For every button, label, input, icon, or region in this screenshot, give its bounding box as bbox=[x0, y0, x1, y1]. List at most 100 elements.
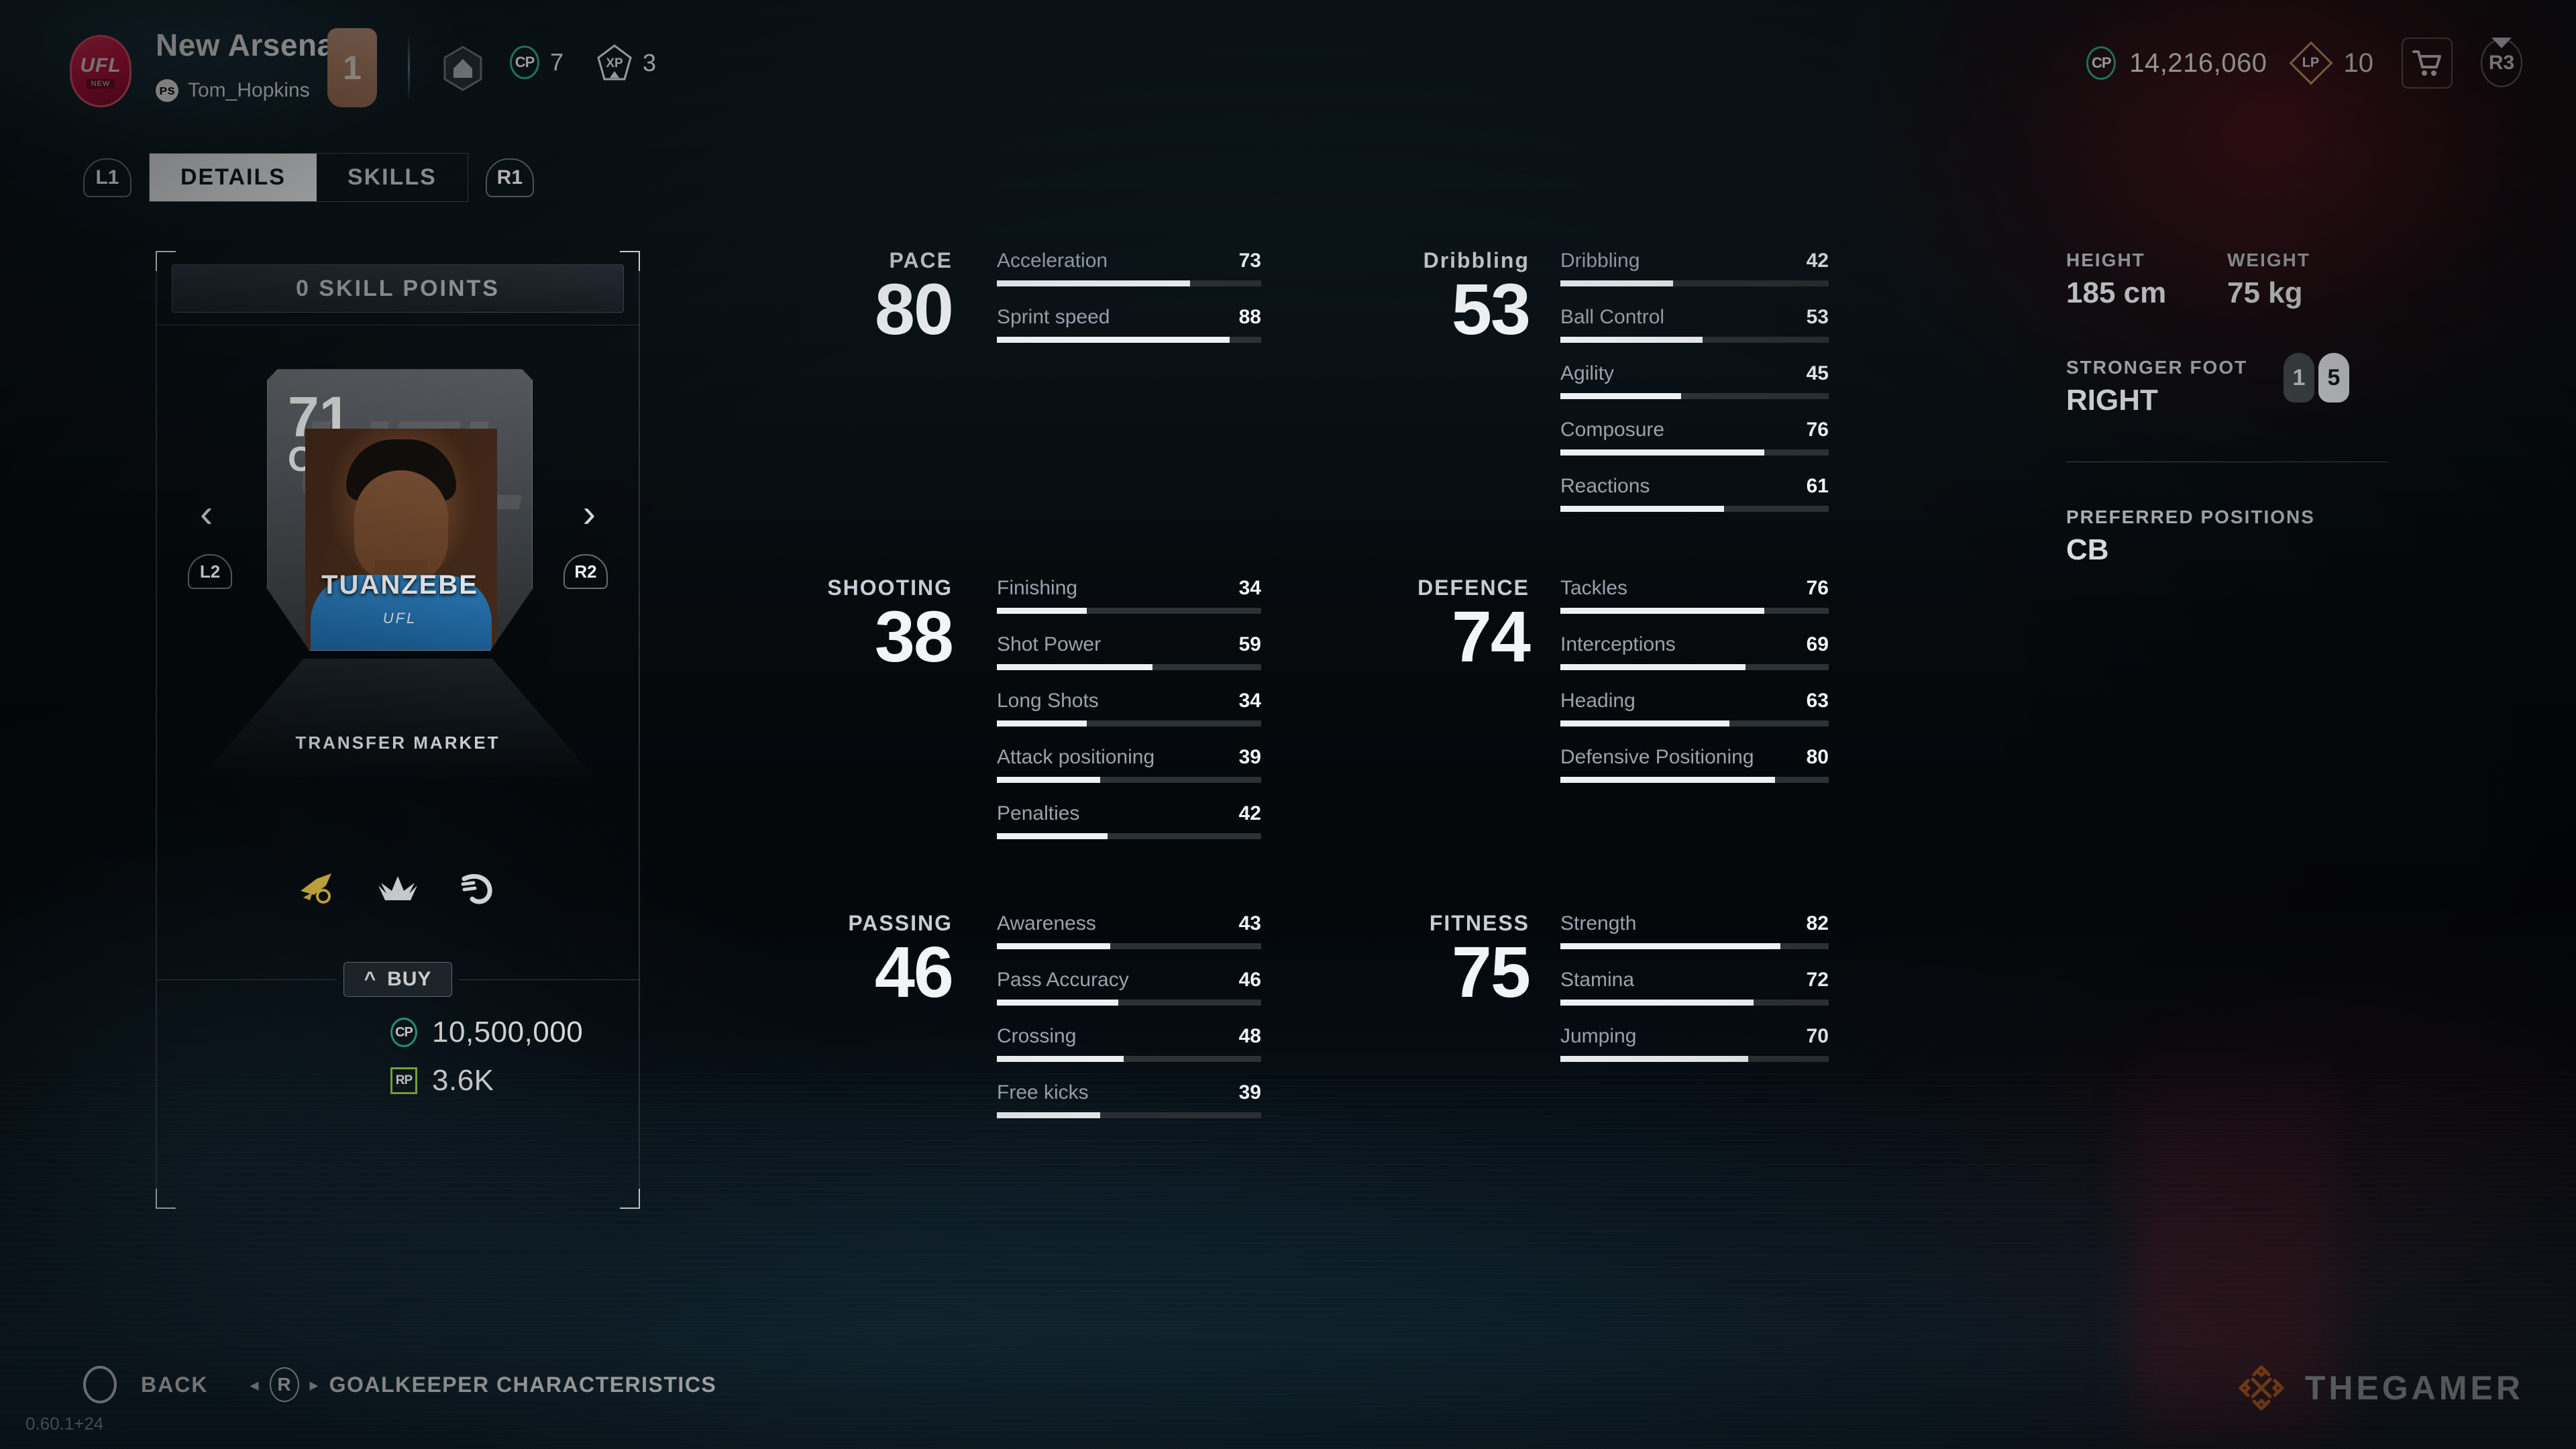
buy-button[interactable]: ^ BUY bbox=[343, 962, 453, 997]
stat-row-fill bbox=[1560, 608, 1764, 614]
stat-row-track bbox=[1560, 506, 1829, 512]
r-key-button[interactable]: R bbox=[269, 1367, 299, 1402]
circle-button-icon[interactable] bbox=[83, 1366, 117, 1403]
preferred-positions-block: PREFERRED POSITIONS CB bbox=[2066, 506, 2388, 567]
stat-total: 74 bbox=[1451, 596, 1531, 677]
panel-corner-br bbox=[620, 1189, 640, 1209]
height-weight-row: HEIGHT 185 cm WEIGHT 75 kg bbox=[2066, 250, 2388, 310]
buy-rule-right bbox=[459, 979, 640, 980]
stat-row-label: Crossing bbox=[997, 1025, 1077, 1047]
lp-label: LP bbox=[2302, 55, 2320, 70]
stat-row-track bbox=[997, 720, 1261, 727]
stat-row-value: 82 bbox=[1806, 912, 1829, 934]
strong-foot-icon: 5 bbox=[2318, 353, 2349, 402]
stat-row-fill bbox=[997, 337, 1230, 343]
r3-stick-button[interactable]: R3 bbox=[2481, 39, 2522, 87]
speedster-plane-icon bbox=[297, 868, 338, 910]
stat-total: 53 bbox=[1451, 268, 1531, 350]
stat-row-label: Shot Power bbox=[997, 633, 1102, 655]
buy-chevron-icon: ^ bbox=[364, 968, 377, 990]
price-row-cp: CP 10,500,000 bbox=[390, 1016, 583, 1049]
stat-row-value: 46 bbox=[1238, 969, 1261, 991]
l2-trigger-button[interactable]: L2 bbox=[188, 554, 232, 589]
stat-row: Tackles 76 bbox=[1560, 577, 1829, 633]
stat-row-track bbox=[1560, 608, 1829, 614]
bottom-bar: BACK ◂ R ▸ GOALKEEPER CHARACTERISTICS bbox=[83, 1366, 716, 1403]
stat-row-track bbox=[1560, 449, 1829, 455]
stat-row-fill bbox=[1560, 943, 1780, 949]
buy-label: BUY bbox=[387, 968, 432, 990]
cp-ring-icon: CP bbox=[510, 46, 539, 79]
stat-row: Jumping 70 bbox=[1560, 1025, 1829, 1081]
stat-row-value: 34 bbox=[1238, 577, 1261, 599]
stat-row-track bbox=[997, 1000, 1261, 1006]
stat-row-track bbox=[1560, 1056, 1829, 1062]
player-card[interactable]: UFL 71 CB TUANZEBE UFL bbox=[267, 369, 533, 651]
stat-row-track bbox=[997, 777, 1261, 783]
stat-row-value: 39 bbox=[1238, 746, 1261, 768]
stat-row-value: 34 bbox=[1238, 690, 1261, 712]
stat-row-value: 43 bbox=[1238, 912, 1261, 934]
stat-row-track bbox=[1560, 664, 1829, 670]
weight-value: 75 kg bbox=[2227, 276, 2303, 309]
tab-skills[interactable]: SKILLS bbox=[317, 154, 468, 201]
height-label: HEIGHT bbox=[2066, 250, 2145, 270]
stat-row-value: 72 bbox=[1806, 969, 1829, 991]
stat-total: 38 bbox=[874, 596, 954, 677]
stat-row-track bbox=[997, 1056, 1261, 1062]
shopping-cart-icon[interactable] bbox=[2402, 38, 2453, 89]
tab-bar: L1 DETAILS SKILLS R1 bbox=[83, 153, 534, 202]
prev-player-arrow[interactable]: ‹ bbox=[200, 491, 213, 536]
stat-row: Strength 82 bbox=[1560, 912, 1829, 969]
player-info-panel: HEIGHT 185 cm WEIGHT 75 kg STRONGER FOOT… bbox=[2066, 250, 2388, 567]
weight-label: WEIGHT bbox=[2227, 250, 2310, 270]
stat-row: Free kicks 39 bbox=[997, 1081, 1261, 1138]
cp-currency-icon: CP bbox=[390, 1018, 417, 1047]
l1-bumper-button[interactable]: L1 bbox=[83, 158, 131, 197]
tab-details[interactable]: DETAILS bbox=[150, 154, 317, 201]
header-divider bbox=[408, 35, 410, 99]
stat-total: 75 bbox=[1451, 931, 1531, 1012]
crest-ufl-text: UFL bbox=[80, 54, 121, 76]
card-display-area: ‹ › L2 R2 UFL 71 CB TUANZEBE UFL TRANSFE… bbox=[156, 338, 640, 848]
weak-foot-icon: 1 bbox=[2284, 353, 2314, 402]
right-chevron-icon[interactable]: ▸ bbox=[310, 1375, 319, 1395]
lp-balance: LP 10 bbox=[2288, 41, 2373, 85]
cp-mini-badge: CP 7 bbox=[510, 46, 564, 79]
level-badge: 1 bbox=[327, 28, 377, 107]
r1-bumper-button[interactable]: R1 bbox=[485, 158, 534, 197]
rp-currency-icon: RP bbox=[390, 1067, 417, 1094]
thegamer-watermark: THEGAMER bbox=[2235, 1362, 2524, 1414]
stat-row-value: 42 bbox=[1806, 250, 1829, 272]
stat-row: Interceptions 69 bbox=[1560, 633, 1829, 690]
foot-rating-icons: 1 5 bbox=[2284, 353, 2349, 402]
stat-row-value: 73 bbox=[1238, 250, 1261, 272]
buy-rule-left bbox=[156, 979, 337, 980]
next-player-arrow[interactable]: › bbox=[583, 491, 596, 536]
stat-row-fill bbox=[1560, 777, 1775, 783]
stat-row-fill bbox=[1560, 393, 1681, 399]
r2-trigger-button[interactable]: R2 bbox=[564, 554, 608, 589]
club-crest-icon: UFL NEW bbox=[70, 35, 131, 107]
stat-row: Finishing 34 bbox=[997, 577, 1261, 633]
stat-row-fill bbox=[1560, 664, 1746, 670]
stat-row-label: Jumping bbox=[1560, 1025, 1637, 1047]
left-chevron-icon[interactable]: ◂ bbox=[250, 1375, 258, 1395]
player-traits-row bbox=[156, 868, 640, 910]
goalkeeper-characteristics-label[interactable]: GOALKEEPER CHARACTERISTICS bbox=[329, 1373, 717, 1397]
goalkeeper-nav[interactable]: ◂ R ▸ GOALKEEPER CHARACTERISTICS bbox=[250, 1367, 716, 1402]
stat-row-label: Free kicks bbox=[997, 1081, 1089, 1104]
card-brand-logo: UFL bbox=[382, 610, 417, 627]
stat-row-label: Heading bbox=[1560, 690, 1635, 712]
stat-total: 80 bbox=[874, 268, 954, 350]
stat-row-track bbox=[997, 337, 1261, 343]
back-label[interactable]: BACK bbox=[141, 1373, 208, 1397]
cp-price-value: 10,500,000 bbox=[432, 1016, 584, 1049]
stat-row-fill bbox=[1560, 337, 1703, 343]
cp-balance-value: 14,216,060 bbox=[2129, 48, 2267, 78]
lp-currency-icon: LP bbox=[2288, 41, 2333, 85]
stat-row-fill bbox=[1560, 1056, 1748, 1062]
price-row-rp: RP 3.6K bbox=[390, 1064, 583, 1097]
stat-row-fill bbox=[997, 664, 1153, 670]
stat-row-fill bbox=[997, 280, 1190, 286]
